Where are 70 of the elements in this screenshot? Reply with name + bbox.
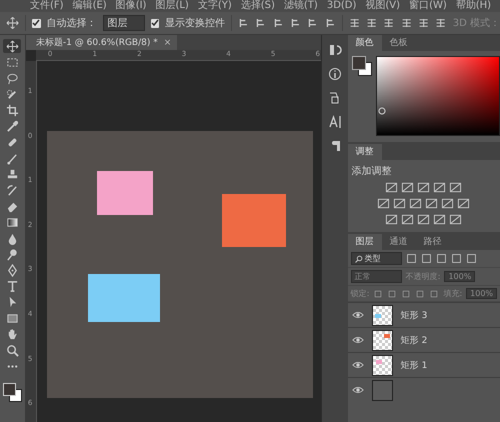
panel-tab[interactable]: 通道	[382, 234, 416, 250]
eye-icon[interactable]	[352, 359, 364, 371]
panel-tab[interactable]: 色板	[382, 35, 416, 51]
dashed-rectangle-icon[interactable]	[6, 56, 19, 68]
character-icon[interactable]	[328, 115, 342, 129]
color-picker[interactable]	[376, 56, 500, 136]
panel-tab[interactable]: 调整	[348, 144, 382, 160]
checkbox[interactable]	[32, 18, 41, 28]
panel-tab[interactable]: 图层	[348, 234, 382, 250]
distribute-icon[interactable]	[383, 17, 395, 29]
eyedropper-icon[interactable]	[6, 120, 19, 132]
stamp-icon[interactable]	[6, 168, 19, 180]
distribute-icon[interactable]	[418, 17, 430, 29]
menu-item[interactable]: 帮助(H)	[456, 0, 492, 12]
dodge-icon[interactable]	[6, 248, 19, 260]
layer-thumbnail	[372, 330, 393, 350]
menu-item[interactable]: 选择(S)	[240, 0, 275, 12]
info-icon[interactable]	[328, 67, 342, 81]
checkbox[interactable]	[150, 18, 160, 28]
brush-selection-icon[interactable]	[6, 88, 19, 100]
document-tab[interactable]: 未标题-1 @ 60.6%(RGB/8) * ×	[26, 35, 178, 50]
panel-tab[interactable]: 颜色	[348, 35, 382, 51]
picker-ring-icon[interactable]	[378, 107, 386, 115]
layer-name: 矩形 3	[400, 310, 428, 322]
distribute-icon[interactable]	[435, 17, 447, 29]
align-icon[interactable]	[290, 17, 302, 29]
auto-select-label: 自动选择：	[46, 16, 97, 30]
show-transform-label: 显示变换控件	[165, 16, 226, 30]
align-icon[interactable]	[255, 17, 267, 29]
distribute-icon[interactable]	[348, 17, 360, 29]
menu-item[interactable]: 图像(I)	[116, 0, 146, 12]
layer-row[interactable]: 矩形 2	[348, 327, 500, 352]
align-icon[interactable]	[324, 17, 336, 29]
history-brush-icon[interactable]	[6, 184, 19, 196]
layer-name: 矩形 2	[400, 334, 428, 346]
align-icon[interactable]	[238, 17, 250, 29]
layer-row[interactable]: 矩形 3	[348, 302, 500, 327]
move-icon[interactable]	[6, 40, 19, 52]
color-swatches-icon[interactable]	[352, 56, 372, 76]
layer-row[interactable]: 矩形 1	[348, 352, 500, 377]
menu-item[interactable]: 视图(V)	[365, 0, 400, 12]
layer-row[interactable]	[348, 377, 500, 402]
rectangle-icon[interactable]	[6, 312, 19, 324]
eye-icon[interactable]	[352, 309, 364, 321]
brush-icon[interactable]	[6, 152, 19, 164]
align-icon[interactable]	[272, 17, 284, 29]
layer-thumbnail	[372, 354, 393, 376]
search-icon	[354, 254, 363, 262]
history-icon[interactable]	[328, 43, 342, 57]
menu-item[interactable]: 滤镜(T)	[284, 0, 318, 12]
panel-tab[interactable]: 路径	[416, 234, 450, 250]
move-icon[interactable]	[6, 16, 20, 30]
distribute-icon[interactable]	[366, 17, 378, 29]
zoom-icon[interactable]	[6, 344, 19, 356]
menu-item[interactable]: 3D(D)	[326, 0, 356, 12]
distribute-icon[interactable]	[400, 17, 412, 29]
layer-name: 矩形 1	[400, 360, 428, 372]
close-icon[interactable]: ×	[164, 38, 172, 48]
eye-icon[interactable]	[352, 334, 364, 346]
layer-dropdown[interactable]: 图层	[102, 15, 145, 31]
add-adjustment-label: 添加调整	[352, 164, 393, 178]
menu-item[interactable]: 图层(L)	[155, 0, 189, 12]
eye-icon[interactable]	[352, 384, 364, 396]
crop-icon[interactable]	[6, 104, 19, 116]
lasso-icon[interactable]	[6, 72, 19, 84]
align-icon[interactable]	[307, 17, 319, 29]
pen-nib-icon[interactable]	[6, 264, 19, 276]
menu-item[interactable]: 编辑(E)	[72, 0, 107, 12]
filter-dropdown[interactable]: 类型	[350, 252, 402, 265]
layer-thumbnail	[372, 304, 393, 326]
